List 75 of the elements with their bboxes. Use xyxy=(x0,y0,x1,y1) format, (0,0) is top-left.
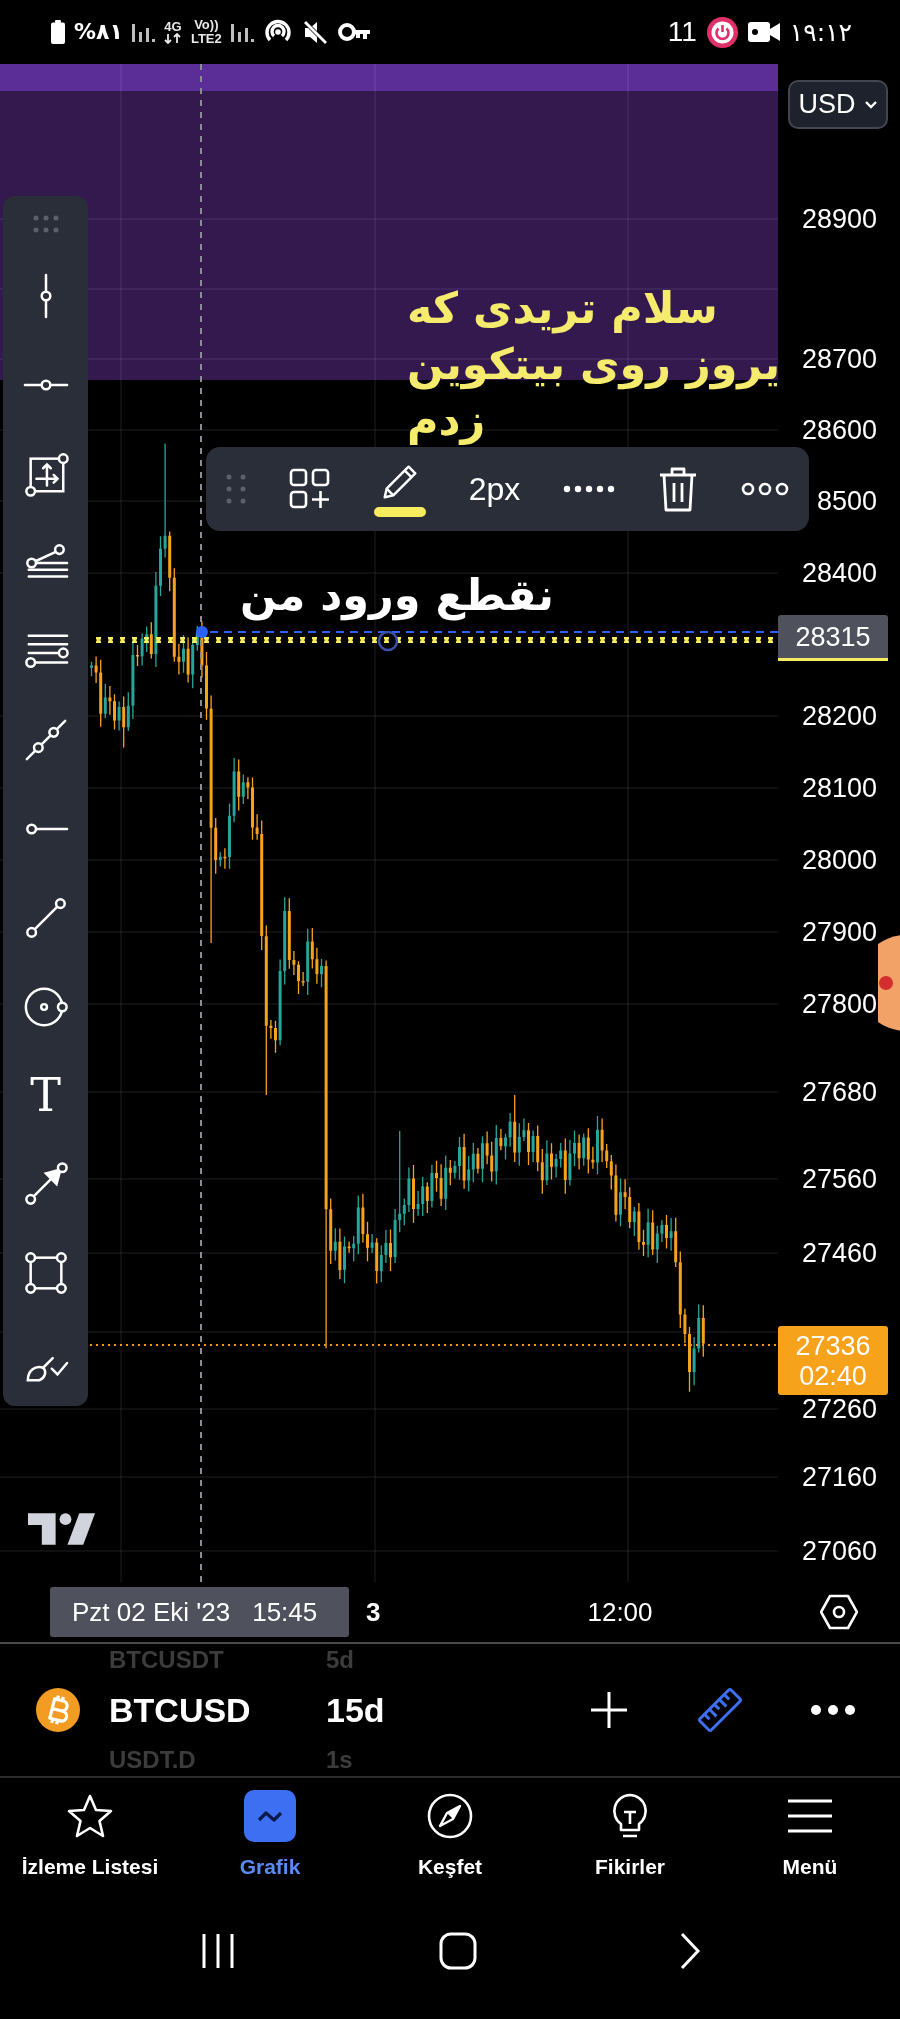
arrow-icon[interactable] xyxy=(22,1161,69,1208)
chevron-down-icon[interactable] xyxy=(863,100,878,109)
currency-button[interactable]: USD xyxy=(788,80,888,129)
record-bubble-icon[interactable] xyxy=(878,933,900,1033)
price-label: 28700 xyxy=(801,344,877,374)
price-label: 28900 xyxy=(801,204,877,234)
line-width-button[interactable]: 2px xyxy=(468,473,521,505)
ruler-icon[interactable] xyxy=(697,1687,743,1733)
power-icon xyxy=(706,16,738,48)
price-label: 27800 xyxy=(801,989,877,1019)
nav-tab[interactable]: İzleme Listesi xyxy=(0,1790,180,1901)
line-handle-icon[interactable] xyxy=(377,630,399,652)
coin-icon[interactable] xyxy=(36,1688,80,1732)
time-text: 15:45 xyxy=(252,1595,318,1629)
signal-icon xyxy=(230,22,254,42)
time-label: 3 xyxy=(366,1595,381,1629)
price-label: 28600 xyxy=(801,415,877,445)
rectangle-icon[interactable] xyxy=(22,1249,69,1296)
back-icon[interactable] xyxy=(678,1931,702,1971)
plus-icon[interactable] xyxy=(589,1690,629,1730)
home-icon[interactable] xyxy=(438,1931,478,1971)
chart-icon[interactable] xyxy=(244,1790,296,1842)
more-icon[interactable] xyxy=(811,1705,855,1715)
interval-label: 1s xyxy=(326,1748,354,1772)
price-label: 28400 xyxy=(801,558,877,588)
network-type: 4G xyxy=(164,19,182,34)
nav-tab[interactable]: Grafik xyxy=(180,1790,360,1901)
grid-plus-icon[interactable] xyxy=(288,468,331,510)
symbol-name[interactable]: BTCUSD xyxy=(109,1693,326,1727)
price-label: 28200 xyxy=(801,701,877,731)
settings-icon[interactable] xyxy=(820,1594,858,1630)
crosshair-dot-icon xyxy=(196,626,208,638)
battery-level: %۸۱ xyxy=(74,21,123,43)
video-camera-icon xyxy=(747,21,780,43)
price-label: 27260 xyxy=(801,1394,877,1424)
status-number: 11 xyxy=(667,18,697,46)
chart-label-text: نقطع ورود من xyxy=(240,569,554,623)
price-label: 27160 xyxy=(801,1462,877,1492)
chart-note-text: سلام تریدی که یروز روی بیتکوین زدم xyxy=(407,282,781,447)
nav-tab[interactable]: Keşfet xyxy=(360,1790,540,1901)
drag-handle-icon[interactable] xyxy=(32,215,59,233)
price-label: 27680 xyxy=(801,1077,877,1107)
price-label: 28100 xyxy=(801,773,877,803)
drag-handle-icon[interactable] xyxy=(226,474,246,504)
nav-tab[interactable]: Fikirler xyxy=(540,1790,720,1901)
dotted-line-icon[interactable] xyxy=(563,485,616,493)
last-price-value: 27336 xyxy=(795,1331,871,1361)
price-label: 27560 xyxy=(801,1164,877,1194)
price-label: 8500 xyxy=(816,486,877,516)
mute-icon xyxy=(301,18,329,46)
nav-tab[interactable]: Menü xyxy=(720,1790,900,1901)
trash-icon[interactable] xyxy=(658,466,699,512)
more-icon[interactable] xyxy=(740,482,789,496)
battery-icon xyxy=(51,20,65,44)
countdown-timer: 02:40 xyxy=(799,1361,867,1391)
price-label: 27900 xyxy=(801,917,877,947)
data-arrows-icon xyxy=(163,33,182,45)
time-label: 12:00 xyxy=(587,1595,653,1629)
price-label: 27060 xyxy=(801,1536,877,1566)
price-label: 28000 xyxy=(801,845,877,875)
volte-label: Vo)) xyxy=(194,18,219,32)
clock-time: ۱۹:۱۲ xyxy=(789,19,852,45)
signal-icon xyxy=(131,22,155,42)
symbol-name: USDT.D xyxy=(109,1748,197,1772)
symbol-name: BTCUSDT xyxy=(109,1648,225,1672)
text-tool-button[interactable]: T xyxy=(30,1072,61,1119)
carrier-label: LTE2 xyxy=(190,32,222,46)
interval-label[interactable]: 15d xyxy=(326,1693,406,1727)
line-color-swatch[interactable] xyxy=(373,507,426,517)
interval-label: 5d xyxy=(326,1648,355,1672)
crosshair-price-value: 28315 xyxy=(795,622,871,652)
square-arrows-icon[interactable] xyxy=(22,450,69,497)
price-label: 27460 xyxy=(801,1238,877,1268)
key-icon xyxy=(337,22,371,42)
date-text: Pzt 02 Eki '23 xyxy=(72,1595,231,1629)
